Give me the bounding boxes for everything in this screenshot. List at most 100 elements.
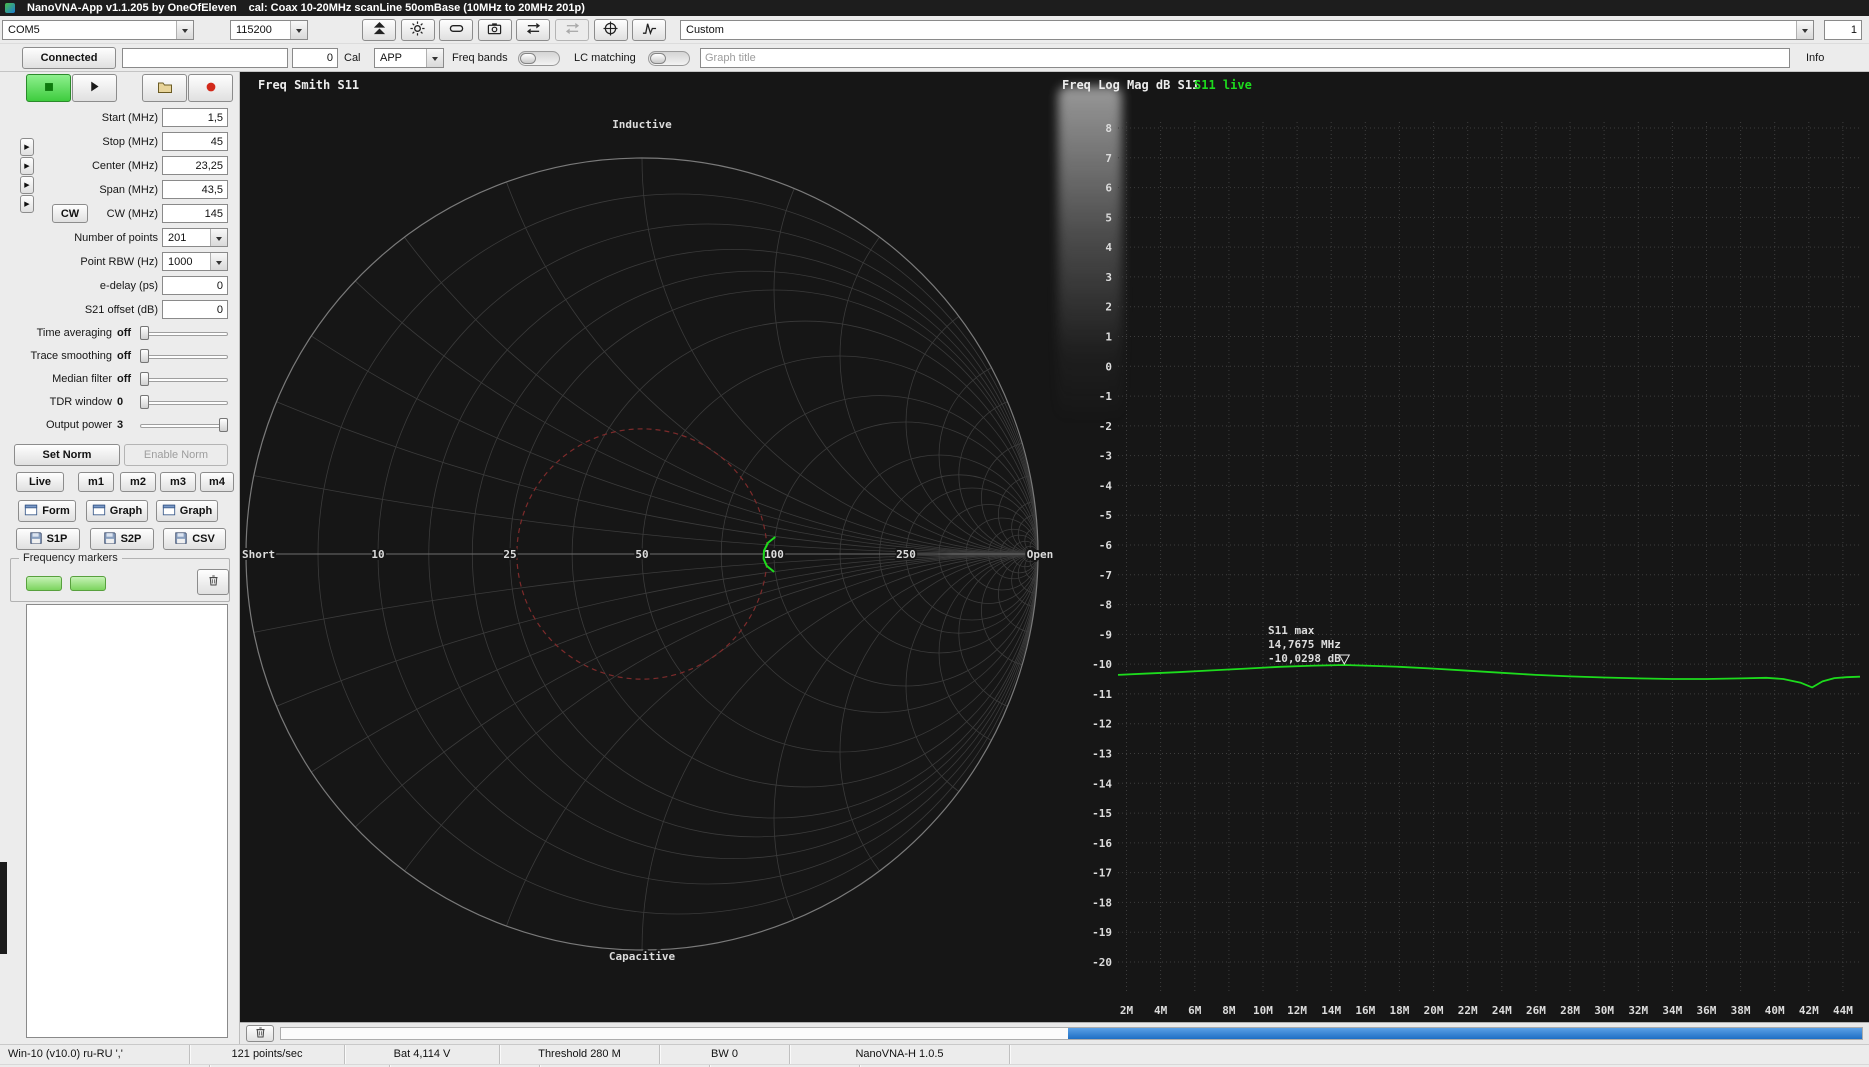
trace-smoothing-slider[interactable] <box>140 348 228 364</box>
marker1-color-button[interactable] <box>26 576 62 591</box>
clear-scan-button[interactable] <box>246 1025 274 1042</box>
median-filter-slider[interactable] <box>140 371 228 387</box>
field-input[interactable]: 23,25 <box>162 156 228 175</box>
double-up-arrows-button[interactable] <box>362 19 396 41</box>
export-button-s1p[interactable]: S1P <box>16 528 80 550</box>
trace-button-live[interactable]: Live <box>16 472 64 492</box>
floppy-icon <box>174 531 188 548</box>
time-averaging-slider[interactable] <box>140 325 228 341</box>
svg-text:-14: -14 <box>1092 777 1112 790</box>
pulse-chart-button[interactable] <box>632 19 666 41</box>
svg-text:24M: 24M <box>1492 1004 1512 1017</box>
baud-rate-select[interactable]: 115200 <box>230 20 308 40</box>
field-value: 43,5 <box>202 184 223 196</box>
freq-bands-toggle[interactable] <box>518 51 560 66</box>
stop-sweep-button[interactable] <box>26 74 71 102</box>
slider-thumb[interactable] <box>140 326 149 340</box>
cw-button[interactable]: CW <box>52 204 88 223</box>
logmag-legend[interactable]: S11 live <box>1194 78 1252 92</box>
svg-text:Short: Short <box>242 548 275 561</box>
field-input[interactable]: 43,5 <box>162 180 228 199</box>
set-norm-button[interactable]: Set Norm <box>14 444 120 466</box>
preset-select[interactable]: Custom <box>680 20 1814 40</box>
floppy-icon <box>29 531 43 548</box>
record-button[interactable] <box>188 74 233 102</box>
field-input[interactable]: 45 <box>162 132 228 151</box>
svg-text:-2: -2 <box>1099 420 1112 433</box>
chevron-down-icon <box>426 49 443 67</box>
trace-button-m2[interactable]: m2 <box>120 472 156 492</box>
slider-thumb[interactable] <box>140 372 149 386</box>
sun-icon <box>410 21 425 39</box>
logmag-chart[interactable]: 876543210-1-2-3-4-5-6-7-8-9-10-11-12-13-… <box>1056 72 1869 1022</box>
svg-text:16M: 16M <box>1355 1004 1375 1017</box>
swap-arrows-disabled-button[interactable] <box>555 19 589 41</box>
field-label: CW (MHz) <box>92 204 158 223</box>
field-select[interactable]: 1000 <box>162 252 228 271</box>
swap-arrows-icon <box>526 21 541 39</box>
trace-button-m1[interactable]: m1 <box>78 472 114 492</box>
svg-text:-17: -17 <box>1092 867 1112 880</box>
svg-text:-7: -7 <box>1099 569 1112 582</box>
camera-icon <box>487 21 502 39</box>
view-button-graph-1[interactable]: Graph <box>86 500 148 522</box>
cal-mode-select[interactable]: APP <box>374 48 444 68</box>
svg-text:5: 5 <box>1105 211 1112 224</box>
field-input[interactable]: 145 <box>162 204 228 223</box>
smith-chart[interactable]: InductiveCapacitiveShortOpen102550100250 <box>240 72 1056 1022</box>
slider-thumb[interactable] <box>219 418 228 432</box>
toolbar-second: Connected 0 Cal APP Freq bands LC matchi… <box>0 44 1869 72</box>
markers-listbox[interactable] <box>26 604 228 1038</box>
marker2-color-button[interactable] <box>70 576 106 591</box>
field-input[interactable]: 0 <box>162 276 228 295</box>
svg-text:Capacitive: Capacitive <box>609 950 676 963</box>
view-button-label: Graph <box>180 505 212 517</box>
svg-text:0: 0 <box>1105 360 1112 373</box>
slider-track <box>140 424 228 428</box>
svg-text:-1: -1 <box>1099 390 1113 403</box>
graph-title-input[interactable] <box>700 48 1790 68</box>
svg-text:4: 4 <box>1105 241 1112 254</box>
output-power-slider[interactable] <box>140 417 228 433</box>
svg-text:S11 max: S11 max <box>1268 624 1315 637</box>
view-button-form-0[interactable]: Form <box>18 500 76 522</box>
open-file-button[interactable] <box>142 74 187 102</box>
field-label: Point RBW (Hz) <box>30 252 158 271</box>
graph-area: InductiveCapacitiveShortOpen102550100250… <box>240 72 1869 1022</box>
svg-text:250: 250 <box>896 548 916 561</box>
field-select[interactable]: 201 <box>162 228 228 247</box>
svg-text:-18: -18 <box>1092 896 1112 909</box>
scan-progress-track[interactable] <box>280 1027 1863 1040</box>
field-input[interactable]: 0 <box>162 300 228 319</box>
field-input[interactable]: 1,5 <box>162 108 228 127</box>
svg-text:100: 100 <box>764 548 784 561</box>
tdr-window-slider[interactable] <box>140 394 228 410</box>
export-button-csv[interactable]: CSV <box>163 528 226 550</box>
swap-arrows-button[interactable] <box>516 19 550 41</box>
connected-button[interactable]: Connected <box>22 47 116 69</box>
com-port-select[interactable]: COM5 <box>2 20 194 40</box>
app-icon <box>5 3 15 13</box>
enable-norm-button[interactable]: Enable Norm <box>124 444 228 466</box>
count-field[interactable]: 1 <box>1824 20 1862 40</box>
view-button-graph-2[interactable]: Graph <box>156 500 218 522</box>
preset-value: Custom <box>686 24 724 36</box>
delete-markers-button[interactable] <box>197 569 229 595</box>
camera-button[interactable] <box>478 19 512 41</box>
trace-button-m4[interactable]: m4 <box>200 472 234 492</box>
lc-matching-toggle[interactable] <box>648 51 690 66</box>
export-button-s2p[interactable]: S2P <box>90 528 154 550</box>
pill-button[interactable] <box>439 19 473 41</box>
run-sweep-button[interactable] <box>72 74 117 102</box>
toolbar-top: COM5 115200 Custom 1 <box>0 16 1869 44</box>
bottom-scroll-strip <box>240 1022 1869 1044</box>
offset-field[interactable]: 0 <box>292 48 338 68</box>
target-button[interactable] <box>594 19 628 41</box>
pill-icon <box>449 21 464 39</box>
trace-button-m3[interactable]: m3 <box>160 472 196 492</box>
slider-thumb[interactable] <box>140 395 149 409</box>
status-item: 121 points/sec <box>190 1045 345 1064</box>
slider-thumb[interactable] <box>140 349 149 363</box>
sun-button[interactable] <box>401 19 435 41</box>
command-input[interactable] <box>122 48 288 68</box>
